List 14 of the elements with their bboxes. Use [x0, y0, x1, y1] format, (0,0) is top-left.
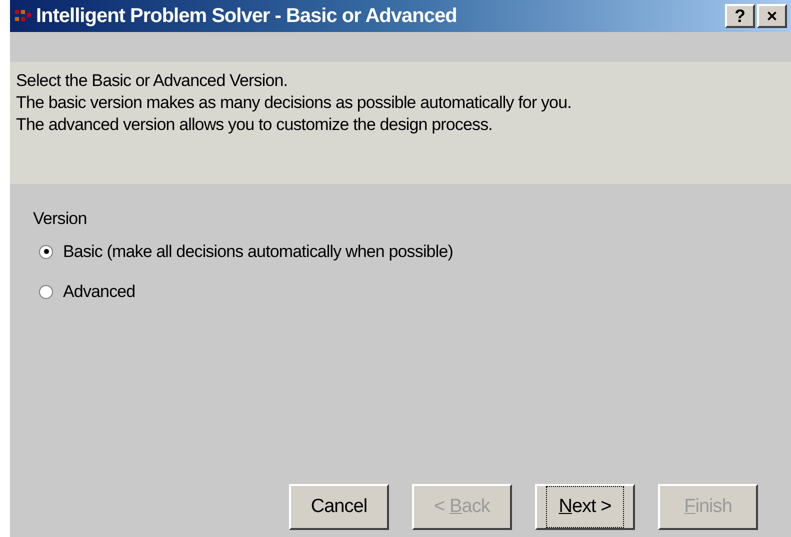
info-text: Select the Basic or Advanced Version. — [16, 70, 289, 92]
close-button[interactable]: × — [757, 4, 787, 28]
group-label: Version — [33, 208, 88, 230]
radio-button[interactable] — [39, 284, 53, 298]
dialog-button[interactable]: Next > — [535, 484, 635, 530]
radio-option[interactable]: Advanced — [39, 272, 136, 312]
info-text: The advanced version allows you to customize the design process. — [16, 114, 494, 136]
app-icon — [14, 8, 32, 24]
dialog-button[interactable]: Cancel — [289, 484, 389, 530]
radio-button[interactable] — [39, 244, 53, 258]
help-button[interactable]: ? — [725, 4, 755, 28]
radio-option[interactable]: Basic (make all decisions automatically when possible) — [39, 232, 453, 272]
info-text: The basic version makes as many decisions as possible automatically for you. — [16, 92, 572, 114]
window-title: Intelligent Problem Solver - Basic or Advanced — [36, 4, 457, 29]
